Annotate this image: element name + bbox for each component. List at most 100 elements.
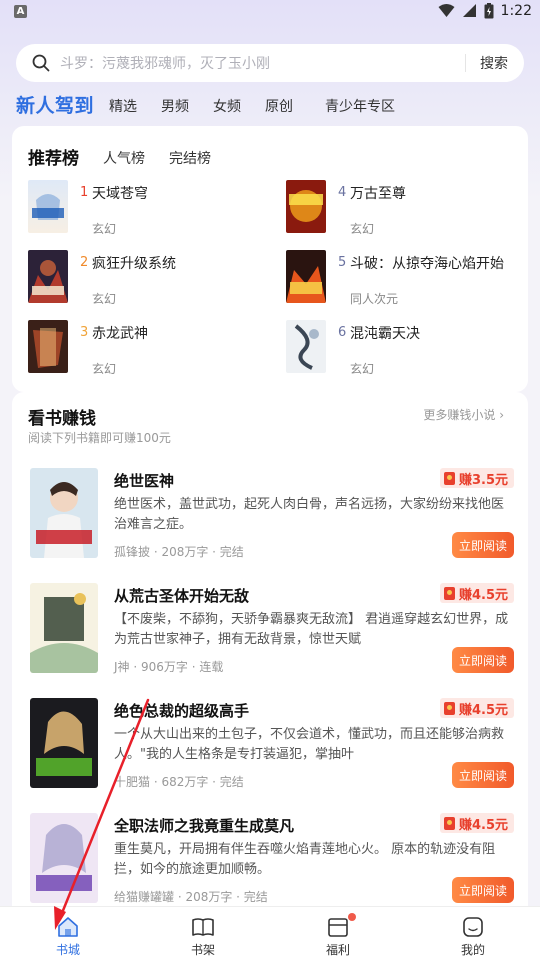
ranking-item[interactable]: 3 赤龙武神 玄幻 [28, 320, 268, 376]
ranking-book-title: 万古至尊 [350, 186, 406, 202]
tab-featured[interactable]: 精选 [109, 96, 137, 116]
reward-badge: 赚4.5元 [439, 698, 514, 718]
section-subtitle: 阅读下列书籍即可赚100元 [28, 431, 171, 445]
rank-number: 1 [80, 185, 89, 200]
ranking-book-genre: 玄幻 [92, 362, 117, 376]
red-packet-icon [443, 471, 455, 485]
ranking-book-genre: 玄幻 [350, 222, 375, 236]
book-cover [30, 698, 98, 788]
book-cover [30, 813, 98, 903]
book-cover [286, 180, 326, 233]
clock: 1:22 [500, 3, 532, 19]
reward-badge: 赚4.5元 [439, 583, 514, 603]
ranking-book-genre: 同人次元 [350, 292, 399, 306]
rank-number: 2 [80, 255, 89, 270]
ranking-book-title: 赤龙武神 [92, 326, 148, 342]
battery-icon [484, 3, 494, 19]
search-input[interactable]: 斗罗：污蔑我邪魂师，灭了玉小刚 [60, 53, 465, 73]
book-meta: 给猫赚罐罐 · 208万字 · 完结 [114, 890, 268, 904]
book-description: 绝世医术，盖世武功，起死人肉白骨，声名远扬，大家纷纷来找他医治难言之症。 [114, 497, 505, 532]
tab-completed[interactable]: 完结榜 [169, 148, 211, 168]
reward-amount: 赚3.5元 [458, 472, 508, 488]
nav-welfare[interactable]: 福利 [298, 907, 378, 960]
wifi-icon [438, 4, 455, 17]
bottom-navigation: 书城 书架 福利 我的 [0, 906, 540, 960]
earn-book-item[interactable]: 绝色总裁的超级高手 一个从大山出来的土包子，不仅会道术，懂武功，而且还能够治病救… [30, 698, 514, 794]
tab-female[interactable]: 女频 [213, 96, 241, 116]
search-icon [32, 54, 50, 72]
book-title: 绝色总裁的超级高手 [114, 702, 250, 720]
book-cover [286, 320, 326, 373]
search-button[interactable]: 搜索 [480, 53, 508, 73]
chevron-right-icon: › [499, 408, 504, 422]
book-title: 从荒古圣体开始无敌 [114, 587, 250, 605]
category-tabs: 新人驾到 精选 男频 女频 原创 青少年专区 [16, 90, 526, 118]
reward-amount: 赚4.5元 [458, 587, 508, 603]
nav-label: 我的 [460, 943, 485, 957]
tab-popular[interactable]: 人气榜 [103, 148, 145, 168]
nav-label: 福利 [325, 943, 350, 957]
app-notification-icon: A [14, 5, 27, 18]
nav-label: 书架 [190, 943, 215, 957]
rank-number: 4 [338, 185, 347, 200]
ranking-book-genre: 玄幻 [92, 222, 117, 236]
book-meta: 十肥猫 · 682万字 · 完结 [114, 775, 244, 789]
rank-number: 5 [338, 255, 347, 270]
ranking-item[interactable]: 1 天域苍穹 玄幻 [28, 180, 268, 236]
ranking-book-title: 天域苍穹 [92, 186, 148, 202]
reward-badge: 赚3.5元 [439, 468, 514, 488]
book-cover [30, 468, 98, 558]
tab-recommended[interactable]: 推荐榜 [28, 144, 79, 169]
tab-newcomer[interactable]: 新人驾到 [16, 91, 94, 118]
read-now-button[interactable]: 立即阅读 [452, 532, 514, 558]
ranking-item[interactable]: 4 万古至尊 玄幻 [286, 180, 526, 236]
tab-original[interactable]: 原创 [265, 96, 293, 116]
earn-book-item[interactable]: 绝世医神 绝世医术，盖世武功，起死人肉白骨，声名远扬，大家纷纷来找他医治难言之症… [30, 468, 514, 564]
book-icon [192, 918, 214, 936]
book-description: 一个从大山出来的土包子，不仅会道术，懂武功，而且还能够治病救人。"我的人生格条是… [114, 727, 505, 762]
notification-dot [348, 913, 356, 921]
ranking-book-title: 混沌霸天决 [350, 326, 420, 342]
reward-amount: 赚4.5元 [458, 817, 508, 833]
ranking-item[interactable]: 2 疯狂升级系统 玄幻 [28, 250, 268, 306]
earn-money-card: 看书赚钱 阅读下列书籍即可赚100元 更多赚钱小说 › 绝世医神 绝世医术，盖世… [12, 392, 528, 912]
book-cover [286, 250, 326, 303]
book-meta: 孤锋披 · 208万字 · 完结 [114, 545, 244, 559]
section-title: 看书赚钱 [28, 409, 96, 429]
search-bar[interactable]: 斗罗：污蔑我邪魂师，灭了玉小刚 搜索 [16, 44, 524, 82]
reward-badge: 赚4.5元 [439, 813, 514, 833]
status-bar: A 1:22 [0, 0, 540, 26]
more-earn-link[interactable]: 更多赚钱小说 › [423, 406, 504, 423]
read-now-button[interactable]: 立即阅读 [452, 877, 514, 903]
earn-book-item[interactable]: 从荒古圣体开始无敌 【不废柴，不舔狗，天骄争霸暴爽无敌流】 君逍遥穿越玄幻世界，… [30, 583, 514, 679]
ranking-book-genre: 玄幻 [350, 362, 375, 376]
tab-youth[interactable]: 青少年专区 [325, 96, 395, 116]
book-cover [30, 583, 98, 673]
book-title: 绝世医神 [114, 472, 175, 490]
rank-number: 3 [80, 325, 89, 340]
read-now-button[interactable]: 立即阅读 [452, 647, 514, 673]
book-description: 重生莫凡，开局拥有伴生吞噬火焰青莲地心火。 原本的轨迹没有阻拦，如今的旅途更加顺… [114, 842, 496, 877]
reward-amount: 赚4.5元 [458, 702, 508, 718]
gift-icon [328, 918, 348, 937]
book-cover [28, 320, 68, 373]
book-meta: J神 · 906万字 · 连载 [114, 660, 224, 674]
ranking-item[interactable]: 6 混沌霸天决 玄幻 [286, 320, 526, 376]
nav-bookstore[interactable]: 书城 [28, 907, 108, 960]
read-now-button[interactable]: 立即阅读 [452, 762, 514, 788]
nav-profile[interactable]: 我的 [433, 907, 513, 960]
signal-icon [462, 4, 476, 17]
tab-male[interactable]: 男频 [161, 96, 189, 116]
book-title: 全职法师之我竟重生成莫凡 [114, 817, 295, 835]
home-icon [58, 917, 78, 937]
nav-bookshelf[interactable]: 书架 [163, 907, 243, 960]
red-packet-icon [443, 586, 455, 600]
book-description: 【不废柴，不舔狗，天骄争霸暴爽无敌流】 君逍遥穿越玄幻世界，成为荒古世家神子，拥… [114, 612, 509, 647]
book-cover [28, 180, 68, 233]
nav-label: 书城 [55, 943, 80, 957]
ranking-item[interactable]: 5 斗破：从掠夺海心焰开始 同人次元 [286, 250, 526, 306]
red-packet-icon [443, 816, 455, 830]
ranking-book-title: 斗破：从掠夺海心焰开始 [350, 256, 504, 272]
earn-book-item[interactable]: 全职法师之我竟重生成莫凡 重生莫凡，开局拥有伴生吞噬火焰青莲地心火。 原本的轨迹… [30, 813, 514, 909]
ranking-book-genre: 玄幻 [92, 292, 117, 306]
